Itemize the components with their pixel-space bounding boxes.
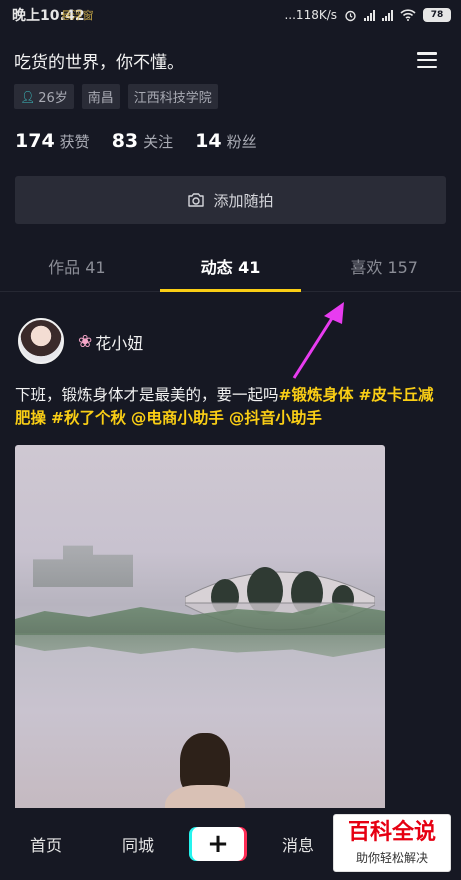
- hashtag[interactable]: #秋了个秋: [51, 409, 126, 427]
- wifi-icon: [400, 9, 416, 21]
- profile-tabs: 作品 41 动态 41 喜欢 157: [0, 240, 461, 292]
- tag-school: 江西科技学院: [127, 84, 218, 109]
- profile-stats: 174 获赞 83 关注 14 粉丝: [15, 130, 257, 152]
- tab-likes[interactable]: 喜欢 157: [307, 240, 461, 291]
- status-bar: 晚上10:42 悬浮窗 ...118K/s 78: [0, 0, 461, 30]
- status-right: ...118K/s 78: [284, 8, 451, 22]
- profile-signature: 吃货的世界，你不懂。: [14, 53, 184, 73]
- stat-likes[interactable]: 174 获赞: [15, 130, 90, 152]
- alarm-icon: [345, 10, 356, 21]
- post-photo[interactable]: [15, 445, 385, 825]
- tab-works[interactable]: 作品 41: [0, 240, 154, 291]
- camera-icon: [188, 193, 205, 207]
- tag-age-label: 26岁: [38, 91, 68, 106]
- author-name: 花小妞: [95, 334, 144, 353]
- battery-icon: 78: [423, 8, 451, 22]
- flower-icon: ❀: [78, 332, 93, 352]
- nav-nearby[interactable]: 同城: [92, 832, 184, 856]
- stat-following-count: 83: [111, 130, 139, 152]
- photo-trees-reflection: [15, 633, 385, 657]
- signal-icon-1: [364, 9, 375, 21]
- stat-likes-label: 获赞: [59, 133, 90, 151]
- tag-age: 👤︎ 26岁: [14, 84, 74, 109]
- add-snapshot-button[interactable]: 添加随拍: [15, 176, 446, 224]
- floating-window-label: 悬浮窗: [60, 9, 94, 22]
- network-speed: ...118K/s: [284, 8, 337, 22]
- stat-likes-count: 174: [15, 130, 55, 152]
- create-button[interactable]: +: [189, 827, 247, 861]
- profile-tags: 👤︎ 26岁 南昌 江西科技学院: [14, 84, 218, 109]
- watermark-logo: 百科全说 助你轻松解决: [333, 814, 451, 872]
- stat-followers-count: 14: [195, 130, 222, 152]
- hashtag[interactable]: #锻炼身体: [279, 386, 354, 404]
- mention[interactable]: @抖音小助手: [229, 409, 322, 427]
- tag-city: 南昌: [81, 84, 120, 109]
- stat-following[interactable]: 83 关注: [112, 130, 173, 152]
- watermark-main: 百科全说: [347, 820, 436, 845]
- tab-activity[interactable]: 动态 41: [154, 240, 308, 292]
- stat-followers[interactable]: 14 粉丝: [195, 130, 256, 152]
- plus-icon: +: [192, 827, 244, 861]
- nav-home[interactable]: 首页: [0, 832, 92, 856]
- post-caption-text: 下班，锻炼身体才是最美的，要一起吗: [15, 386, 279, 404]
- post-caption: 下班，锻炼身体才是最美的，要一起吗#锻炼身体 #皮卡丘减肥操 #秋了个秋 @电商…: [15, 384, 447, 430]
- person-icon: 👤︎: [20, 89, 36, 104]
- nav-messages[interactable]: 消息: [252, 832, 344, 856]
- add-snapshot-label: 添加随拍: [213, 191, 274, 210]
- author-avatar[interactable]: [18, 318, 64, 364]
- post-author[interactable]: ❀ 花小妞: [78, 330, 143, 354]
- status-left: 晚上10:42 悬浮窗: [12, 5, 94, 25]
- watermark-sub: 助你轻松解决: [355, 851, 428, 865]
- stat-followers-label: 粉丝: [226, 133, 257, 151]
- annotation-arrow-icon: [292, 302, 344, 379]
- photo-building: [33, 545, 133, 587]
- menu-icon[interactable]: [417, 52, 437, 68]
- signal-icon-2: [382, 9, 393, 21]
- mention[interactable]: @电商小助手: [131, 409, 224, 427]
- stat-following-label: 关注: [143, 133, 174, 151]
